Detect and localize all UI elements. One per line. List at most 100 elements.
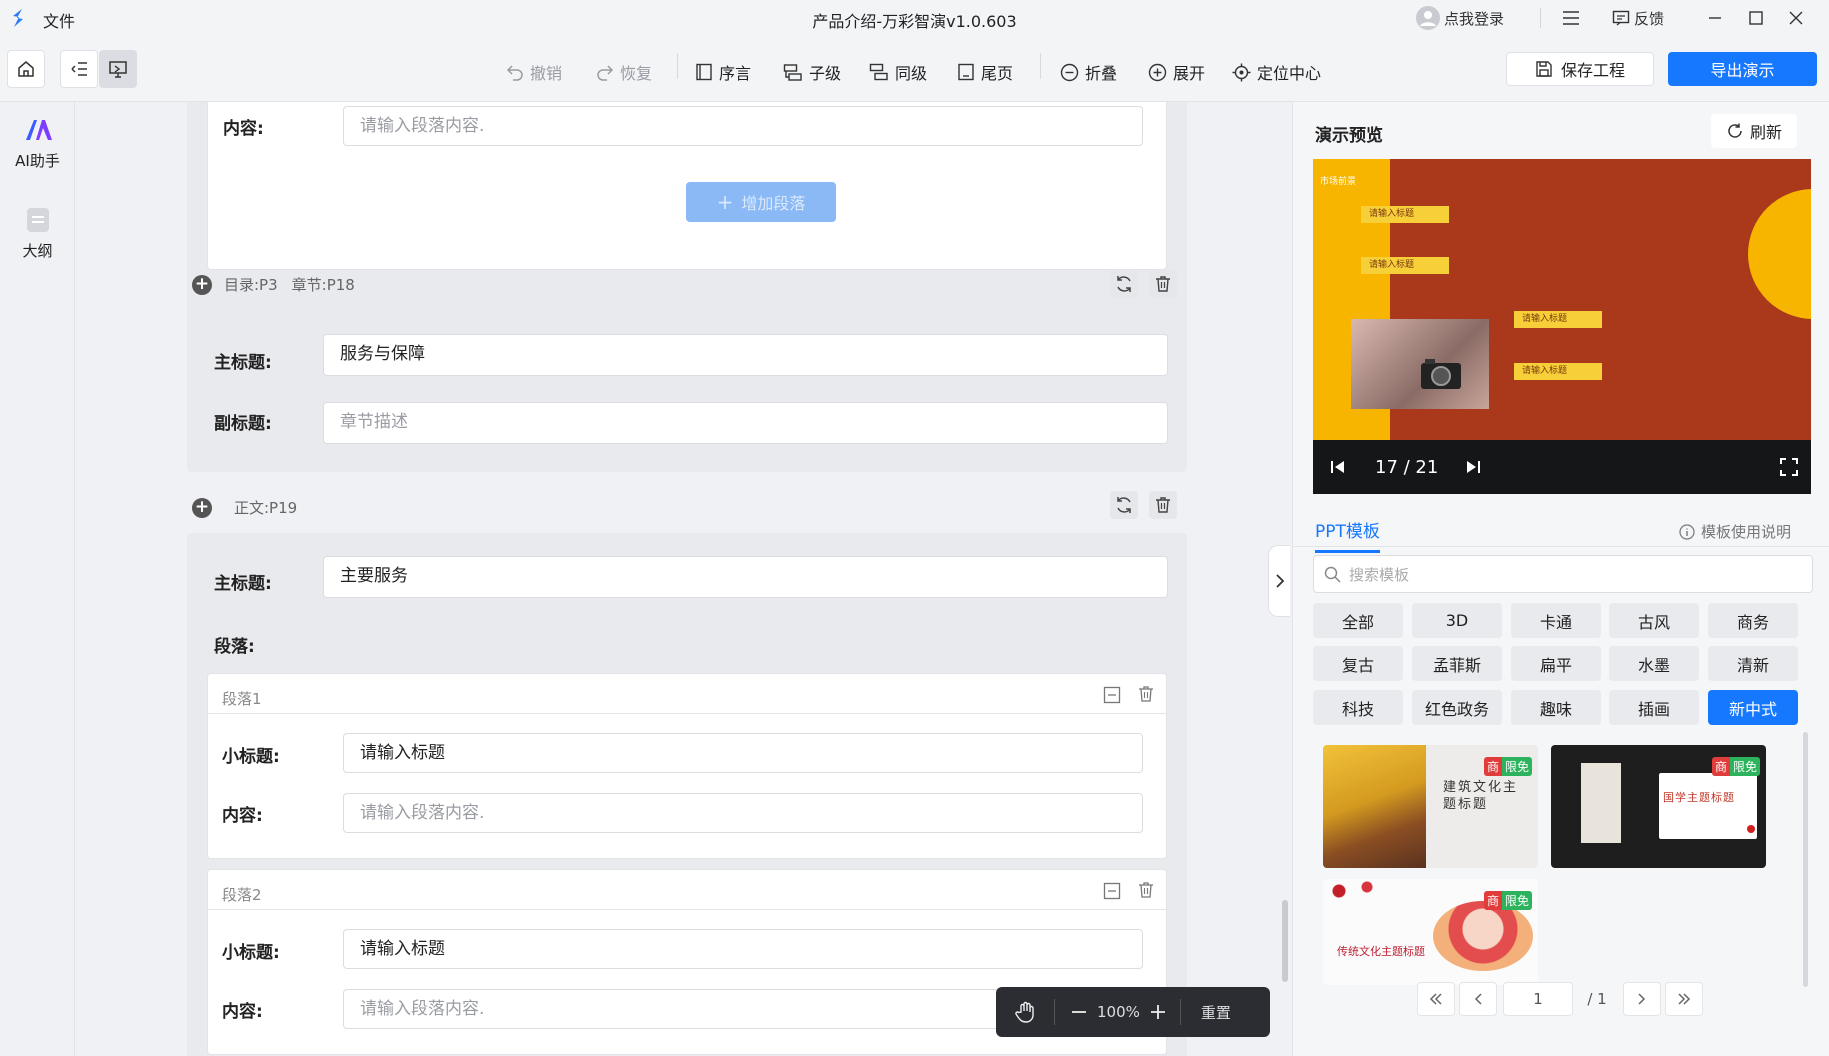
content-input[interactable]: 请输入段落内容. (343, 106, 1143, 146)
free-badge: 限免 (1729, 757, 1760, 776)
maximize-icon[interactable] (1748, 10, 1764, 26)
fullscreen-icon[interactable] (1780, 458, 1799, 476)
template-card[interactable]: 传统文化主题标题 商限免 (1323, 879, 1538, 985)
template-help-link[interactable]: 模板使用说明 (1679, 521, 1791, 542)
chevron-right-icon (1275, 574, 1284, 588)
save-icon (1536, 61, 1552, 77)
category-chip[interactable]: 红色政务 (1412, 690, 1502, 725)
delete-button[interactable] (1149, 270, 1177, 298)
slide-decor-circle (1748, 189, 1811, 319)
category-chip[interactable]: 全部 (1313, 603, 1403, 638)
divider (1540, 8, 1541, 28)
export-presentation-button[interactable]: 导出演示 (1668, 52, 1817, 86)
prev-page-button[interactable] (1459, 982, 1497, 1016)
template-list-scrollbar[interactable] (1803, 732, 1808, 987)
end-page-label: 尾页 (981, 64, 1014, 83)
free-badge: 限免 (1501, 891, 1532, 910)
editor-scrollbar[interactable] (1282, 900, 1288, 982)
main-title-input[interactable]: 主要服务 (323, 556, 1168, 598)
paragraph-title: 段落1 (222, 690, 262, 708)
template-card[interactable]: 国学主题标题 商限免 (1551, 745, 1766, 868)
previous-slide-icon[interactable] (1329, 458, 1347, 476)
fold-icon (1060, 63, 1079, 81)
main-title-input[interactable]: 服务与保障 (323, 334, 1168, 376)
next-slide-icon[interactable] (1464, 458, 1482, 476)
regenerate-button[interactable] (1110, 270, 1138, 298)
close-icon[interactable] (1788, 10, 1804, 26)
first-page-button[interactable] (1417, 982, 1455, 1016)
outline-view-button[interactable] (60, 50, 98, 88)
page-number-input[interactable]: 1 (1503, 982, 1573, 1016)
template-help-label: 模板使用说明 (1701, 523, 1792, 541)
sibling-level-button[interactable]: 同级 (869, 60, 927, 84)
outline-list-icon (71, 62, 87, 76)
sidebar-item-outline[interactable]: 大纲 (0, 206, 75, 261)
menu-file[interactable]: 文件 (43, 8, 75, 32)
collapse-icon[interactable] (1103, 882, 1121, 900)
category-chip[interactable]: 商务 (1708, 603, 1798, 638)
next-page-button[interactable] (1623, 982, 1661, 1016)
category-chip[interactable]: 科技 (1313, 690, 1403, 725)
category-chip[interactable]: 插画 (1609, 690, 1699, 725)
add-paragraph-label: 增加段落 (741, 194, 806, 213)
chevron-right-icon (1638, 993, 1646, 1005)
left-sidebar: AI助手 大纲 (0, 102, 75, 1056)
zoom-in-icon[interactable] (1150, 1004, 1166, 1020)
child-level-button[interactable]: 子级 (783, 60, 841, 84)
category-chip[interactable]: 水墨 (1609, 646, 1699, 681)
trash-icon[interactable] (1137, 881, 1155, 899)
category-chip[interactable]: 清新 (1708, 646, 1798, 681)
home-icon (18, 61, 34, 77)
fold-button[interactable]: 折叠 (1060, 60, 1117, 84)
regenerate-button[interactable] (1110, 491, 1138, 519)
child-level-label: 子级 (809, 64, 842, 83)
fold-label: 折叠 (1085, 64, 1118, 83)
zoom-out-icon[interactable] (1071, 1004, 1087, 1020)
category-chip[interactable]: 卡通 (1511, 603, 1601, 638)
presentation-view-button[interactable] (99, 50, 137, 88)
template-search-input[interactable]: 搜索模板 (1313, 555, 1813, 593)
category-chip[interactable]: 古风 (1609, 603, 1699, 638)
hand-pan-icon[interactable] (1014, 1000, 1038, 1024)
minimize-icon[interactable] (1707, 10, 1723, 26)
feedback-button[interactable]: 反馈 (1612, 0, 1664, 36)
preface-button[interactable]: 序言 (695, 60, 751, 84)
sibling-level-icon (869, 63, 888, 81)
add-section-icon[interactable]: + (192, 274, 212, 295)
refresh-preview-button[interactable]: 刷新 (1711, 114, 1797, 148)
category-chip[interactable]: 孟菲斯 (1412, 646, 1502, 681)
collapse-icon[interactable] (1103, 686, 1121, 704)
save-project-button[interactable]: 保存工程 (1506, 52, 1654, 86)
end-page-button[interactable]: 尾页 (957, 60, 1013, 84)
trash-icon (1156, 497, 1170, 513)
tab-ppt-templates[interactable]: PPT模板 (1315, 517, 1380, 553)
add-section-icon[interactable]: + (192, 497, 212, 518)
locate-center-button[interactable]: 定位中心 (1232, 60, 1321, 84)
category-chip[interactable]: 趣味 (1511, 690, 1601, 725)
collapse-panel-toggle[interactable] (1268, 545, 1290, 617)
subtitle-input[interactable]: 章节描述 (323, 402, 1168, 444)
sidebar-item-ai-assistant[interactable]: AI助手 (0, 116, 75, 171)
undo-button[interactable]: 撤销 (506, 60, 562, 84)
paragraph-content-input[interactable]: 请输入段落内容. (343, 793, 1143, 833)
last-page-button[interactable] (1665, 982, 1703, 1016)
category-chip-selected[interactable]: 新中式 (1708, 690, 1798, 725)
trash-icon[interactable] (1137, 685, 1155, 703)
login-button[interactable]: 点我登录 (1416, 0, 1504, 36)
category-chip[interactable]: 复古 (1313, 646, 1403, 681)
redo-button[interactable]: 恢复 (596, 60, 652, 84)
expand-button[interactable]: 展开 (1148, 60, 1205, 84)
paragraph-subtitle-input[interactable]: 请输入标题 (343, 733, 1143, 773)
add-paragraph-button[interactable]: + 增加段落 (686, 182, 836, 222)
subtitle-label: 小标题: (222, 943, 280, 963)
template-card[interactable]: 建筑文化主题标题 商限免 (1323, 745, 1538, 868)
child-level-icon (783, 64, 802, 81)
home-button[interactable] (7, 50, 45, 88)
hamburger-menu-icon[interactable] (1562, 9, 1580, 27)
paragraph-subtitle-input[interactable]: 请输入标题 (343, 929, 1143, 969)
category-chip[interactable]: 3D (1412, 603, 1502, 638)
slide-label: 请输入标题 (1361, 206, 1449, 223)
delete-button[interactable] (1149, 491, 1177, 519)
zoom-reset-button[interactable]: 重置 (1201, 1002, 1231, 1023)
category-chip[interactable]: 扁平 (1511, 646, 1601, 681)
